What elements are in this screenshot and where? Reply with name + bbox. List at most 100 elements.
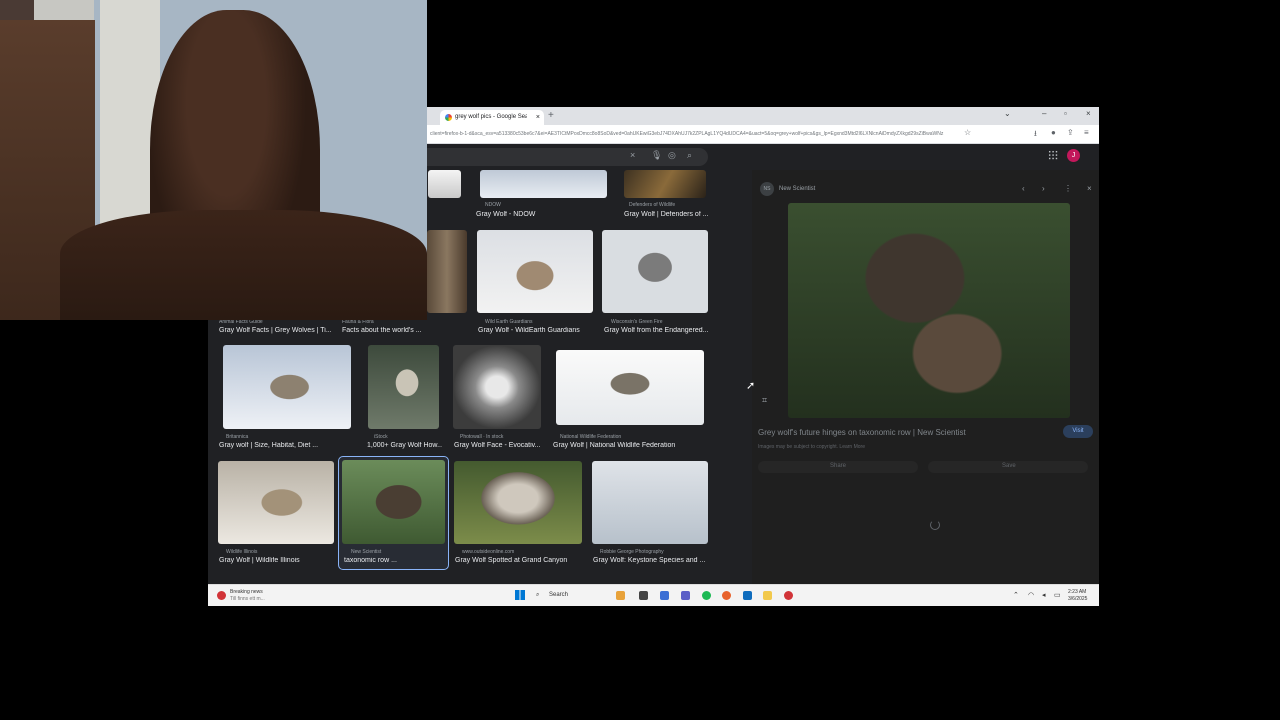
result-image-istock[interactable] xyxy=(368,345,439,429)
download-icon[interactable]: ⭳ xyxy=(1034,128,1037,142)
image-preview-panel: NS New Scientist ‹ › ⋮ × ⌗ Grey wolf's f… xyxy=(752,170,1099,587)
news-subtitle: Till finns ett m... xyxy=(230,596,265,602)
share-button[interactable]: Share xyxy=(758,461,918,473)
clock-date[interactable]: 3/6/2025 xyxy=(1068,596,1087,602)
result-source: National Wildlife Federation xyxy=(560,434,622,440)
minimize-button[interactable]: – xyxy=(1042,109,1046,118)
result-caption[interactable]: Gray Wolf - WildEarth Guardians xyxy=(478,327,598,334)
result-image-wildearth[interactable] xyxy=(477,230,593,313)
news-widget-icon[interactable] xyxy=(217,591,226,600)
window-close-button[interactable]: × xyxy=(1086,109,1091,118)
news-title[interactable]: Breaking news xyxy=(230,589,263,595)
result-image-greenfire[interactable] xyxy=(602,230,708,313)
result-caption[interactable]: Gray Wolf | National Wildlife Federation xyxy=(553,442,703,449)
result-caption[interactable]: Gray Wolf Spotted at Grand Canyon xyxy=(455,557,580,564)
result-source: NDOW xyxy=(485,202,501,208)
result-image-defenders[interactable] xyxy=(624,170,706,198)
result-caption[interactable]: Gray Wolf | Wildlife Illinois xyxy=(219,557,331,564)
mouse-cursor-icon: ➚ xyxy=(746,380,756,392)
result-image-newscientist[interactable] xyxy=(342,460,445,544)
result-image-nwf[interactable] xyxy=(556,350,704,425)
tab-google-search[interactable]: grey wolf pics - Google Search × xyxy=(440,110,544,125)
lens-icon[interactable]: ⌗ xyxy=(762,395,767,406)
firefox-icon[interactable] xyxy=(722,591,731,600)
result-image-partial-2[interactable] xyxy=(427,230,467,313)
tab-list-chevron-icon[interactable]: ⌄ xyxy=(1004,109,1011,118)
close-panel-icon[interactable]: × xyxy=(1087,184,1092,193)
result-source: Robbie George Photography xyxy=(600,549,664,555)
wifi-icon[interactable]: ◠ xyxy=(1028,591,1034,599)
battery-icon[interactable]: ▭ xyxy=(1054,591,1061,599)
task-view-icon[interactable] xyxy=(639,591,648,600)
voice-search-icon[interactable]: 🎙 xyxy=(651,150,662,161)
clock-time[interactable]: 2:23 AM xyxy=(1068,589,1086,595)
volume-icon[interactable]: ◂ xyxy=(1042,591,1046,599)
result-caption[interactable]: taxonomic row ... xyxy=(344,557,444,564)
result-caption[interactable]: Gray Wolf Facts | Grey Wolves | Ti... xyxy=(219,327,331,334)
share-icon[interactable]: ⇪ xyxy=(1067,128,1074,137)
search-icon[interactable]: ⌕ xyxy=(687,150,692,161)
extension-icon[interactable]: ● xyxy=(1051,128,1056,137)
result-caption[interactable]: Gray wolf | Size, Habitat, Diet ... xyxy=(219,442,349,449)
result-image-photowall[interactable] xyxy=(453,345,541,429)
taskbar-search-label[interactable]: Search xyxy=(549,592,568,598)
result-caption[interactable]: Gray Wolf: Keystone Species and ... xyxy=(593,557,713,564)
menu-icon[interactable]: ≡ xyxy=(1084,128,1089,137)
chat-icon[interactable] xyxy=(681,591,690,600)
taskbar-search-icon[interactable]: ⌕ xyxy=(536,592,539,599)
google-apps-icon[interactable] xyxy=(1048,150,1058,160)
result-caption[interactable]: Gray Wolf Face - Evocativ... xyxy=(454,442,542,449)
result-image-outside[interactable] xyxy=(454,461,582,544)
result-image-robbie[interactable] xyxy=(592,461,708,544)
spotify-icon[interactable] xyxy=(702,591,711,600)
teams-icon[interactable] xyxy=(660,591,669,600)
result-source: Photowall · In stock xyxy=(460,434,504,440)
site-name[interactable]: New Scientist xyxy=(779,186,815,192)
bookmark-star-icon[interactable]: ☆ xyxy=(964,128,971,137)
result-image-ndow[interactable] xyxy=(480,170,607,198)
result-source: Britannica xyxy=(226,434,249,440)
webcam-overlay xyxy=(0,0,427,320)
preview-title[interactable]: Grey wolf's future hinges on taxonomic r… xyxy=(758,428,966,437)
save-button[interactable]: Save xyxy=(928,461,1088,473)
next-arrow-icon[interactable]: › xyxy=(1042,184,1045,193)
result-caption[interactable]: Gray Wolf - NDOW xyxy=(476,211,606,218)
new-tab-button[interactable]: + xyxy=(548,110,554,121)
result-source: Wild Earth Guardians xyxy=(485,319,533,325)
visit-button[interactable]: Visit xyxy=(1063,425,1093,438)
account-avatar[interactable]: J xyxy=(1067,149,1080,162)
copyright-notice: Images may be subject to copyright. Lear… xyxy=(758,444,865,450)
result-image-partial[interactable] xyxy=(428,170,461,198)
store-icon[interactable] xyxy=(743,591,752,600)
lens-search-icon[interactable]: ◎ xyxy=(668,150,676,161)
result-source: Wildlife Illinois xyxy=(226,549,258,555)
start-windows-icon[interactable] xyxy=(515,590,525,600)
preview-image[interactable] xyxy=(788,203,1070,418)
url-field[interactable]: client=firefox-b-1-d&sca_esv=a513380c53b… xyxy=(430,128,960,140)
tray-chevron-icon[interactable]: ⌃ xyxy=(1013,591,1019,599)
result-caption[interactable]: Gray Wolf from the Endangered... xyxy=(604,327,711,334)
result-source: www.outsideonline.com xyxy=(462,549,515,555)
prev-arrow-icon[interactable]: ‹ xyxy=(1022,184,1025,193)
result-image-britannica[interactable] xyxy=(223,345,351,429)
result-image-illinois[interactable] xyxy=(218,461,334,544)
windows-taskbar: Breaking news Till finns ett m... ⌕ Sear… xyxy=(208,584,1099,606)
result-source: iStock xyxy=(374,434,388,440)
webcam-person-shoulders xyxy=(60,210,427,320)
result-caption[interactable]: Gray Wolf | Defenders of ... xyxy=(624,211,709,218)
file-explorer-icon[interactable] xyxy=(763,591,772,600)
clear-search-icon[interactable]: × xyxy=(630,150,635,160)
loading-spinner xyxy=(930,520,940,530)
widgets-icon[interactable] xyxy=(616,591,625,600)
result-caption[interactable]: Facts about the world's ... xyxy=(342,327,454,334)
google-favicon-icon xyxy=(445,114,452,121)
site-logo: NS xyxy=(760,182,774,196)
maximize-button[interactable]: ▫ xyxy=(1064,109,1067,118)
selected-result[interactable]: New Scientist taxonomic row ... xyxy=(338,456,449,570)
search-input[interactable]: × 🎙 ◎ ⌕ xyxy=(378,148,708,166)
more-options-icon[interactable]: ⋮ xyxy=(1064,184,1072,193)
result-source: Defenders of Wildlife xyxy=(629,202,676,208)
tab-close-icon[interactable]: × xyxy=(536,110,540,125)
chrome-icon[interactable] xyxy=(784,591,793,600)
result-caption[interactable]: 1,000+ Gray Wolf How... xyxy=(367,442,442,449)
